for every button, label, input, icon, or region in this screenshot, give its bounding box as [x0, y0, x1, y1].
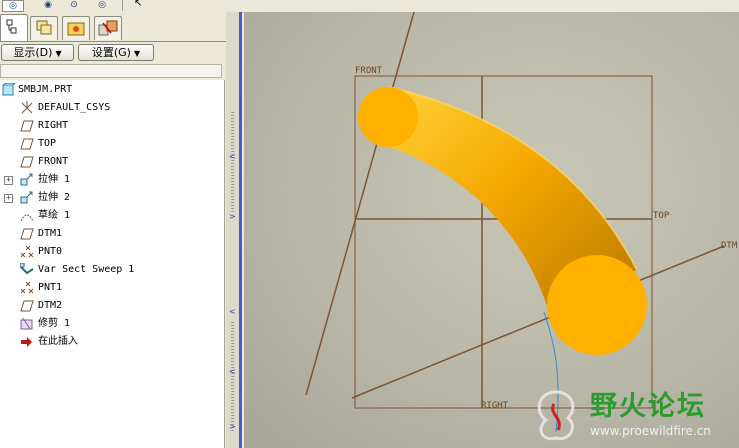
tab-folder-browser[interactable]: [62, 16, 90, 40]
watermark-title: 野火论坛: [590, 391, 706, 422]
tree-item-trim-1[interactable]: 修剪 1: [0, 315, 220, 333]
watermark-url: www.proewildfire.cn: [590, 424, 711, 438]
datum-plane-icon: [20, 120, 34, 132]
tree-item-pnt0[interactable]: PNT0: [0, 243, 220, 261]
datum-point-icon: [20, 281, 34, 294]
collapse-left-icon[interactable]: <: [229, 367, 236, 376]
panel-tabs: [0, 14, 226, 42]
collapse-right-icon[interactable]: >: [229, 212, 236, 221]
trim-icon: [20, 317, 33, 330]
expand-toggle[interactable]: +: [4, 176, 13, 185]
display-label: 显示: [13, 46, 36, 59]
datum-plane-icon: [20, 300, 34, 312]
collapse-left-icon[interactable]: <: [229, 152, 236, 161]
grip-bottom: [231, 322, 234, 432]
chevron-down-icon: ▼: [55, 49, 62, 58]
tree-item-pnt1[interactable]: PNT1: [0, 279, 220, 297]
toolbar-separator: [122, 0, 123, 11]
tree-item-extrude-1[interactable]: + 拉伸 1: [0, 171, 220, 189]
datum-point-icon: [20, 245, 34, 258]
model-tree: SMBJM.PRT DEFAULT_CSYS RIGHT TOP FRONT +: [0, 80, 225, 448]
dtm-plane-label: DTM: [721, 241, 738, 251]
sketch-icon: [20, 214, 34, 222]
part-icon: [2, 83, 16, 96]
datum-plane-icon: [20, 138, 34, 150]
tree-item-sketch-1[interactable]: 草绘 1: [0, 207, 220, 225]
datum-plane-icon: [20, 156, 34, 168]
tree-item-right[interactable]: RIGHT: [0, 117, 220, 135]
view-eye-2-button[interactable]: ◉: [38, 0, 58, 11]
insert-arrow-icon: [21, 337, 32, 347]
top-plane-label: TOP: [653, 211, 670, 221]
sweep-icon: [20, 263, 34, 275]
graphics-viewport[interactable]: FRONT TOP RIGHT DTM 野火论坛 www.proewildfir…: [244, 12, 739, 448]
view-eye-3-button[interactable]: ⊙: [64, 0, 84, 11]
tree-item-csys[interactable]: DEFAULT_CSYS: [0, 99, 220, 117]
collapse-right-icon[interactable]: >: [229, 422, 236, 431]
connections-icon: [98, 20, 118, 36]
tree-item-extrude-2[interactable]: + 拉伸 2: [0, 189, 220, 207]
tree-item-insert-here[interactable]: 在此插入: [0, 333, 220, 351]
tab-layers[interactable]: [30, 16, 58, 40]
folder-icon: [67, 22, 85, 36]
watermark: 野火论坛 www.proewildfire.cn: [528, 382, 738, 448]
cursor-icon: ↖: [134, 0, 143, 9]
tree-filter-bar[interactable]: [0, 64, 222, 78]
sweep-start-section[interactable]: [358, 87, 418, 147]
collapse-left-icon[interactable]: <: [229, 307, 236, 316]
tree-item-var-sect-sweep[interactable]: Var Sect Sweep 1: [0, 261, 220, 279]
right-plane-label: RIGHT: [481, 401, 509, 411]
extrude-icon: [20, 191, 33, 204]
tree-item-dtm1[interactable]: DTM1: [0, 225, 220, 243]
tree-item-top[interactable]: TOP: [0, 135, 220, 153]
settings-label: 设置: [91, 46, 114, 59]
datum-plane-icon: [20, 228, 34, 240]
model-tree-icon: [6, 19, 17, 34]
expand-toggle[interactable]: +: [4, 194, 13, 203]
tab-model-tree[interactable]: [0, 14, 28, 42]
view-eye-1-button[interactable]: ◎: [2, 0, 24, 12]
settings-shortcut: (G): [113, 46, 131, 59]
model-tree-panel: 显示(D) ▼ 设置(G) ▼ SMBJM.PRT DEFAULT_CSYS RIG…: [0, 12, 226, 448]
front-plane-label: FRONT: [355, 66, 383, 76]
watermark-logo: [537, 390, 575, 441]
extrude-icon: [20, 173, 33, 186]
csys-icon: [21, 101, 33, 114]
tree-item-front[interactable]: FRONT: [0, 153, 220, 171]
tree-item-part[interactable]: SMBJM.PRT: [0, 81, 220, 99]
grip-top: [231, 112, 234, 212]
tab-divider: [0, 41, 226, 42]
display-shortcut: (D): [35, 46, 53, 59]
tab-connections[interactable]: [94, 16, 122, 40]
layers-icon: [36, 20, 52, 35]
view-eye-4-button[interactable]: ◎: [92, 0, 112, 11]
settings-dropdown[interactable]: 设置(G) ▼: [78, 44, 154, 61]
chevron-down-icon: ▼: [133, 49, 141, 58]
splitter-highlight: [239, 12, 242, 448]
display-dropdown[interactable]: 显示(D) ▼: [1, 44, 74, 61]
tree-item-dtm2[interactable]: DTM2: [0, 297, 220, 315]
sweep-end-section[interactable]: [547, 255, 647, 355]
